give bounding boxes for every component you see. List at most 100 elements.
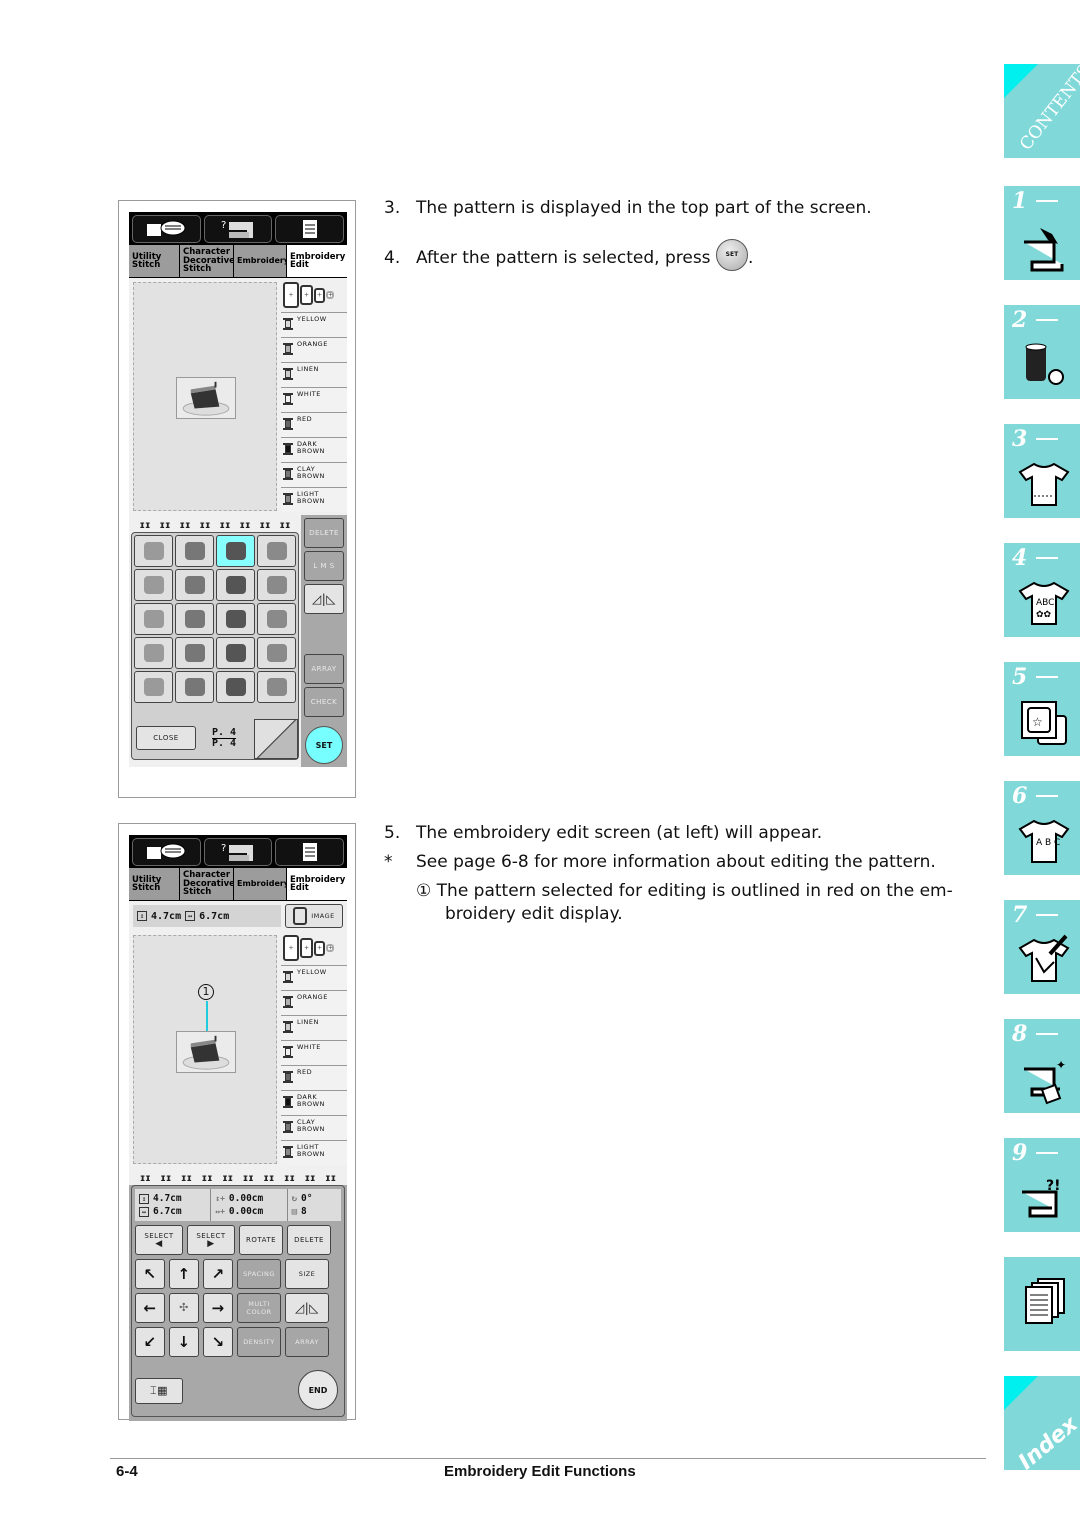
pattern-cell[interactable] [257,603,296,635]
pattern-cell[interactable] [134,569,173,601]
pattern-thumbnail-icon [184,678,205,696]
side-tab-chapter-2[interactable]: 2 [1004,305,1080,407]
manual-book-icon [147,220,186,236]
arrow-up-left-icon: ↖ [143,1265,157,1283]
cake-pattern-preview [176,377,236,419]
pattern-thumbnail-icon [266,542,287,560]
embroidery-canvas [133,282,277,511]
move-up-button[interactable]: ↑ [169,1259,199,1289]
pattern-thumbnail-icon [225,644,246,662]
array-button[interactable]: ARRAY [285,1327,329,1357]
pattern-cell[interactable] [257,569,296,601]
help-button[interactable]: ? [203,838,273,866]
select-previous-button[interactable]: SELECT ◀ [135,1225,183,1255]
pattern-cell[interactable] [134,637,173,669]
rotate-button[interactable]: ROTATE [239,1225,283,1255]
side-tab-chapter-1[interactable]: 1 [1004,186,1080,288]
pattern-cell[interactable] [216,569,255,601]
pattern-cell[interactable] [134,603,173,635]
side-tab-contents[interactable]: CONTENTS [1004,60,1080,166]
side-tab-chapter-8[interactable]: 8 ✦ [1004,1019,1080,1121]
end-button[interactable]: END [298,1370,338,1410]
tab-character-decorative-stitch[interactable]: Character Decorative Stitch [180,868,235,900]
move-center-button[interactable]: ✣ [169,1293,199,1323]
move-down-left-button[interactable]: ↙ [135,1327,165,1357]
spacing-button[interactable]: SPACING [237,1259,281,1289]
thread-row: WHITE [281,1040,347,1065]
settings-button[interactable] [275,215,345,243]
side-tab-chapter-6[interactable]: 6 A B C [1004,781,1080,883]
callout-note-continued: broidery edit display. [445,904,623,924]
check-button[interactable]: CHECK [304,687,344,717]
tab-utility-stitch[interactable]: Utility Stitch [129,245,179,277]
pattern-cell[interactable] [257,637,296,669]
pattern-cell[interactable] [175,603,214,635]
side-tab-appendix[interactable] [1004,1257,1080,1359]
page-turn-button[interactable] [254,719,298,759]
thread-row: CLAY BROWN [281,462,347,487]
size-button[interactable]: SIZE [285,1259,329,1289]
move-right-button[interactable]: → [203,1293,233,1323]
manual-book-button[interactable] [132,215,201,243]
move-down-right-button[interactable]: ↘ [203,1327,233,1357]
pattern-thumbnail-icon [143,678,164,696]
thread-row: RED [281,412,347,437]
lms-button[interactable]: L M S [304,551,344,581]
pattern-cell[interactable] [257,671,296,703]
pattern-cell[interactable] [175,637,214,669]
thread-color-table-button[interactable]: ⌶▦ [135,1378,183,1404]
pattern-cell[interactable] [216,637,255,669]
settings-button[interactable] [275,838,345,866]
thread-row: YELLOW [281,965,347,990]
pattern-cell[interactable] [175,569,214,601]
tab-embroidery-edit[interactable]: Embroidery Edit [287,868,347,900]
pattern-thumbnail-icon [184,610,205,628]
side-tab-chapter-7[interactable]: 7 [1004,900,1080,1002]
cake-pattern-preview[interactable] [176,1031,236,1073]
pattern-cell[interactable] [216,603,255,635]
delete-button[interactable]: DELETE [304,518,344,548]
side-tab-chapter-4[interactable]: 4 ABC ✿✿ [1004,543,1080,645]
pattern-cell[interactable] [175,535,214,567]
mirror-button[interactable]: ◿|◺ [285,1293,329,1323]
pattern-cell[interactable] [134,671,173,703]
readout-horizontal-offset: 0.00cm [228,1206,264,1217]
select-next-button[interactable]: SELECT ▶ [187,1225,235,1255]
side-tab-chapter-5[interactable]: 5 ☆ [1004,662,1080,764]
button-hoop-icon [326,291,334,299]
image-button[interactable]: IMAGE [285,904,343,928]
height-icon: ↕ [139,1193,149,1204]
multi-color-button[interactable]: MULTI COLOR [237,1293,281,1323]
pattern-cell[interactable] [175,671,214,703]
move-up-right-button[interactable]: ↗ [203,1259,233,1289]
tab-embroidery-edit[interactable]: Embroidery Edit [287,245,347,277]
side-tab-index[interactable]: Index [1004,1376,1080,1478]
pattern-cell-selected[interactable] [216,535,255,567]
tab-utility-stitch[interactable]: Utility Stitch [129,868,179,900]
svg-text:☆: ☆ [1032,715,1043,729]
tab-embroidery[interactable]: Embroidery [234,868,289,900]
side-tab-chapter-3[interactable]: 3 [1004,424,1080,526]
manual-book-button[interactable] [132,838,201,866]
pattern-cell[interactable] [216,671,255,703]
pattern-cell[interactable] [134,535,173,567]
set-button[interactable]: SET [305,726,343,764]
center-crosshair-icon: ✣ [179,1301,189,1314]
callout-note: ① The pattern selected for editing is ou… [416,881,953,901]
pattern-width: 6.7cm [199,910,230,922]
mirror-button[interactable]: ◿|◺ [304,584,344,614]
tab-character-decorative-stitch[interactable]: Character Decorative Stitch [180,245,235,277]
move-up-left-button[interactable]: ↖ [135,1259,165,1289]
array-button[interactable]: ARRAY [304,654,344,684]
tab-embroidery[interactable]: Embroidery [234,245,289,277]
select-row: SELECT ◀ SELECT ▶ ROTATE DELETE [135,1225,341,1255]
density-button[interactable]: DENSITY [237,1327,281,1357]
side-tab-chapter-9[interactable]: 9 ?! [1004,1138,1080,1240]
move-down-button[interactable]: ↓ [169,1327,199,1357]
pattern-cell[interactable] [257,535,296,567]
move-left-button[interactable]: ← [135,1293,165,1323]
hoop-size-indicator [281,278,347,312]
delete-button[interactable]: DELETE [287,1225,331,1255]
help-button[interactable]: ? [203,215,273,243]
close-button[interactable]: CLOSE [136,726,196,750]
